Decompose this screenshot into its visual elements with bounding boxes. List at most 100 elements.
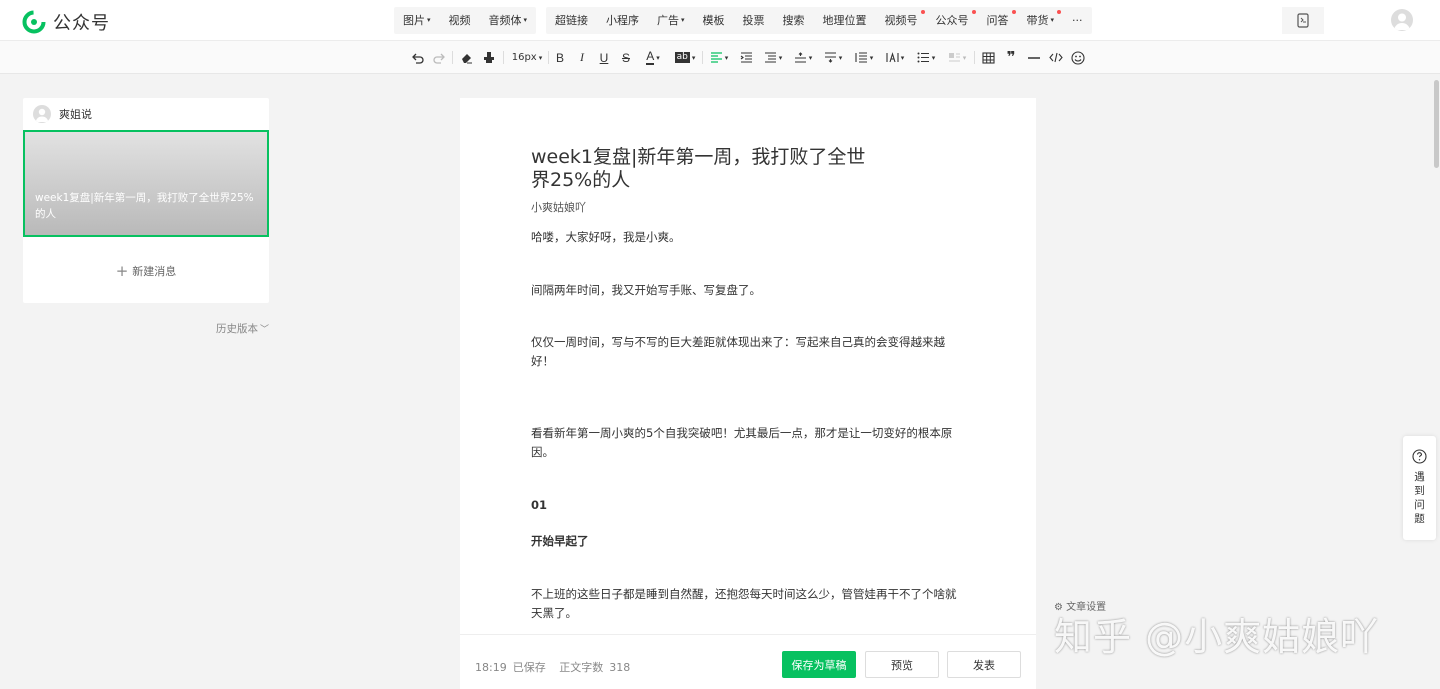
insert-media-menu: 图片 ▾ 视频 音频体 ▾ — [394, 7, 537, 35]
article-section-number[interactable]: 01 — [531, 496, 966, 515]
save-status: 18:19 已保存 正文字数 318 — [475, 659, 636, 675]
table-button[interactable] — [980, 48, 996, 67]
letter-spacing-icon — [886, 52, 899, 63]
user-icon — [35, 108, 49, 122]
account-avatar — [33, 105, 51, 123]
word-count-label: 正文字数 — [559, 661, 604, 674]
menu-item-6[interactable]: 搜索 — [774, 7, 814, 34]
menu-item-2[interactable]: 视频 — [440, 7, 480, 34]
bullet-list-icon — [917, 52, 929, 63]
red-dot-badge — [1011, 10, 1016, 14]
quote-button[interactable]: ❞ — [1003, 48, 1019, 67]
question-icon — [1412, 449, 1427, 464]
code-button[interactable] — [1048, 48, 1064, 67]
article-title[interactable]: week1复盘|新年第一周，我打败了全世界25%的人 — [531, 146, 876, 192]
smiley-icon — [1071, 50, 1085, 65]
phone-preview-button[interactable] — [1282, 7, 1324, 34]
align-menu-button[interactable]: ▾ — [708, 48, 730, 67]
table-icon — [981, 51, 995, 64]
redo-button[interactable] — [431, 48, 447, 67]
page-scrollbar[interactable] — [1433, 76, 1440, 689]
caret-down-icon: ▾ — [681, 16, 685, 25]
divider-button[interactable] — [1026, 48, 1042, 67]
background-color-button[interactable]: ab ▾ — [672, 48, 698, 67]
save-draft-button[interactable]: 保存为草稿 — [782, 651, 856, 678]
account-name: 爽姐说 — [59, 108, 92, 121]
bold-button[interactable]: B — [553, 48, 567, 67]
font-color-button[interactable]: A ▾ — [641, 48, 665, 67]
watermark: 知乎 @小爽姑娘吖 — [1054, 615, 1380, 659]
menu-item-2[interactable]: 小程序 — [597, 7, 648, 34]
menu-item-8[interactable]: 视频号 — [876, 7, 927, 34]
editor-footer: 18:19 已保存 正文字数 318 保存为草稿 预览 发表 — [460, 634, 1036, 689]
menu-item-1[interactable]: 图片 ▾ — [394, 7, 440, 35]
menu-item-3[interactable]: 音频体 ▾ — [480, 7, 537, 35]
user-avatar[interactable] — [1391, 9, 1413, 31]
red-dot-badge — [971, 10, 976, 14]
align-left-icon — [710, 52, 722, 63]
phone-icon — [1297, 13, 1309, 28]
menu-item-7[interactable]: 地理位置 — [814, 7, 876, 34]
saved-label: 已保存 — [512, 661, 546, 674]
indent-button[interactable] — [738, 48, 754, 67]
emoji-button[interactable] — [1070, 48, 1086, 67]
float-button[interactable]: ▾ — [946, 48, 968, 67]
font-size-select[interactable]: 16px ▾ — [510, 48, 544, 67]
clear-format-button[interactable] — [458, 48, 474, 67]
indent-icon — [740, 52, 752, 63]
help-widget[interactable]: 遇到问题 — [1403, 436, 1436, 540]
menu-item-4[interactable]: 模板 — [694, 7, 734, 34]
menu-item-10[interactable]: 问答 — [978, 7, 1018, 34]
list-button[interactable]: ▾ — [915, 48, 937, 67]
caret-down-icon: ▾ — [427, 16, 431, 25]
undo-button[interactable] — [409, 48, 425, 67]
article-paragraph[interactable]: 看看新年第一周小爽的5个自我突破吧！尤其最后一点，那才是让一切变好的根本原因。 — [531, 424, 966, 462]
redo-icon — [432, 53, 445, 64]
paragraph-after-button[interactable]: ▾ — [822, 48, 844, 67]
history-version-button[interactable]: 历史版本 ﹀ — [216, 321, 269, 336]
logo[interactable]: 公众号 — [22, 9, 110, 35]
preview-button[interactable]: 预览 — [865, 651, 939, 678]
line-spacing-icon — [764, 52, 776, 63]
scrollbar-thumb[interactable] — [1434, 80, 1439, 168]
paragraph-before-button[interactable]: ▾ — [792, 48, 814, 67]
article-paragraph[interactable]: 间隔两年时间，我又开始写手账、写复盘了。 — [531, 281, 966, 300]
menu-item-12[interactable]: ··· — [1063, 7, 1092, 34]
article-paragraph[interactable]: 仅仅一周时间，写与不写的巨大差距就体现出来了：写起来自己真的会变得越来越好！ — [531, 333, 966, 371]
code-icon — [1049, 52, 1063, 63]
format-painter-button[interactable] — [481, 48, 497, 67]
horizontal-rule-icon — [1028, 56, 1040, 59]
letter-spacing-button[interactable]: ▾ — [884, 48, 906, 67]
line-height-button[interactable]: ▾ — [853, 48, 875, 67]
strikethrough-button[interactable]: S — [619, 48, 633, 67]
paint-brush-icon — [484, 52, 494, 63]
insert-content-menu: 超链接 小程序 广告 ▾ 模板 投票 搜索 地理位置 视频号 公众号 问答 带货 ▾ ··· — [546, 7, 1092, 34]
article-author[interactable]: 小爽姑娘吖 — [531, 199, 586, 215]
spacing-menu-button[interactable]: ▾ — [762, 48, 784, 67]
article-cover-item[interactable]: week1复盘|新年第一周，我打败了全世界25%的人 — [23, 130, 269, 237]
paragraph-spacing-after-icon — [824, 52, 836, 63]
eraser-icon — [461, 54, 472, 64]
article-section-heading[interactable]: 开始早起了 — [531, 532, 966, 551]
user-icon — [1394, 13, 1410, 30]
plus-icon: + — [115, 262, 129, 280]
menu-item-3[interactable]: 广告 ▾ — [648, 7, 694, 35]
menu-item-11[interactable]: 带货 ▾ — [1018, 7, 1064, 35]
app-title: 公众号 — [53, 13, 110, 34]
undo-icon — [411, 53, 424, 64]
menu-item-9[interactable]: 公众号 — [927, 7, 978, 34]
italic-button[interactable]: I — [575, 48, 589, 67]
help-label: 遇到问题 — [1414, 471, 1425, 525]
word-count: 318 — [609, 661, 631, 674]
underline-button[interactable]: U — [597, 48, 611, 67]
article-paragraph[interactable]: 不上班的这些日子都是睡到自然醒，还抱怨每天时间这么少，管管娃再干不了个啥就天黑了… — [531, 585, 966, 623]
menu-item-5[interactable]: 投票 — [734, 7, 774, 34]
article-paragraph[interactable]: 哈喽，大家好呀，我是小爽。 — [531, 228, 966, 247]
article-editor[interactable]: week1复盘|新年第一周，我打败了全世界25%的人 小爽姑娘吖 哈喽，大家好呀… — [460, 98, 1036, 689]
menu-item-1[interactable]: 超链接 — [546, 7, 597, 34]
wechat-mp-logo-icon — [22, 10, 46, 34]
publish-button[interactable]: 发表 — [947, 651, 1021, 678]
top-bar: 公众号 图片 ▾ 视频 音频体 ▾ 超链接 小程序 广告 ▾ 模板 投票 搜索 地理位置 视频号 公众号问… — [0, 0, 1440, 41]
chevron-down-icon: ﹀ — [260, 325, 270, 335]
new-message-button[interactable]: + 新建消息 — [23, 262, 269, 280]
